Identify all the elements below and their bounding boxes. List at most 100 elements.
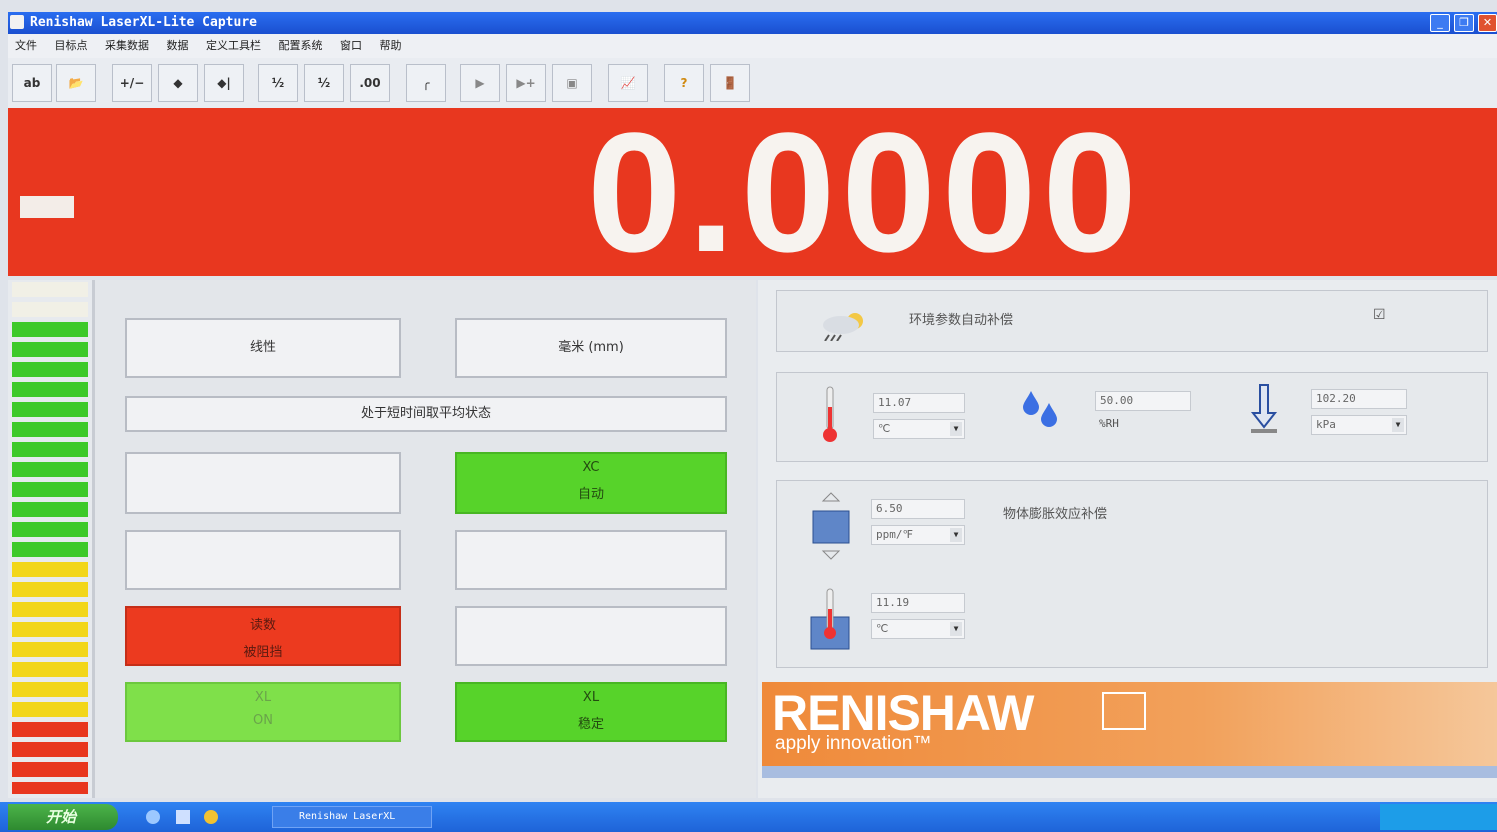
curve-icon[interactable]: ╭ — [406, 64, 446, 102]
on-label: ON — [253, 713, 273, 728]
status-panel: 线性 毫米 (mm) 处于短时间取平均状态 XC 自动 读数 被阻挡 XL ON… — [92, 280, 756, 798]
target-offset-icon[interactable]: ◆| — [204, 64, 244, 102]
material-temperature-field[interactable]: 11.19 — [871, 593, 965, 613]
meter-segment — [12, 702, 88, 717]
meter-segment — [12, 442, 88, 457]
pressure-unit-select[interactable]: kPa ▼ — [1311, 415, 1407, 435]
empty-status-box — [125, 530, 401, 590]
xl-stable-indicator: XL 稳定 — [455, 682, 727, 742]
material-expansion-icon — [812, 492, 850, 560]
window-title: Renishaw LaserXL-Lite Capture — [8, 12, 1497, 34]
menu-bar: 文件 目标点 采集数据 数据 定义工具栏 配置系统 窗口 帮助 — [8, 34, 1497, 58]
meter-segment — [12, 742, 88, 757]
meter-segment — [12, 782, 88, 794]
start-button[interactable]: 开始 — [8, 804, 118, 830]
menu-config[interactable]: 配置系统 — [272, 34, 330, 58]
auto-compensation-label: 环境参数自动补偿 — [909, 313, 1014, 328]
pressure-unit: kPa — [1316, 418, 1336, 431]
material-compensation-group: 6.50 ppm/℉ ▼ 物体膨胀效应补偿 11.19 ℃ ▼ — [776, 480, 1488, 668]
renishaw-emblem-icon — [1102, 692, 1146, 730]
meter-segment — [12, 562, 88, 577]
menu-capture[interactable]: 采集数据 — [98, 34, 156, 58]
logo-underline — [762, 766, 1497, 778]
expansion-unit-select[interactable]: ppm/℉ ▼ — [871, 525, 965, 545]
xc-label: XC — [582, 460, 600, 475]
ab-icon[interactable]: ab — [12, 64, 52, 102]
meter-segment — [12, 642, 88, 657]
save-disk-icon[interactable]: ▣ — [552, 64, 592, 102]
empty-status-box — [455, 530, 727, 590]
signal-strength-meter — [8, 280, 92, 798]
menu-toolbar[interactable]: 定义工具栏 — [199, 34, 268, 58]
maximize-button[interactable]: ❐ — [1454, 14, 1474, 32]
exit-icon[interactable]: 🚪 — [710, 64, 750, 102]
material-temperature-icon — [810, 588, 850, 650]
menu-file[interactable]: 文件 — [8, 34, 44, 58]
menu-help[interactable]: 帮助 — [373, 34, 409, 58]
meter-segment — [12, 362, 88, 377]
resolution-2-icon[interactable]: ½ — [304, 64, 344, 102]
close-button[interactable]: ✕ — [1478, 14, 1497, 32]
meter-segment — [12, 622, 88, 637]
chevron-down-icon: ▼ — [950, 622, 962, 636]
meter-segment — [12, 282, 88, 297]
averaging-status-bar: 处于短时间取平均状态 — [125, 396, 727, 432]
meter-segment — [12, 582, 88, 597]
expansion-unit: ppm/℉ — [876, 528, 913, 541]
chevron-down-icon: ▼ — [950, 528, 962, 542]
meter-segment — [12, 502, 88, 517]
meter-segment — [12, 522, 88, 537]
xc-auto-indicator: XC 自动 — [455, 452, 727, 514]
thermometer-icon — [823, 386, 837, 442]
target-datum-icon[interactable]: ◆ — [158, 64, 198, 102]
help-icon[interactable]: ? — [664, 64, 704, 102]
play-next-icon[interactable]: ▶+ — [506, 64, 546, 102]
taskbar — [0, 802, 1497, 832]
xl-on-indicator: XL ON — [125, 682, 401, 742]
menu-window[interactable]: 窗口 — [333, 34, 369, 58]
air-temperature-unit-select[interactable]: ℃ ▼ — [873, 419, 965, 439]
resolution-1-icon[interactable]: ½ — [258, 64, 298, 102]
meter-segment — [12, 302, 88, 317]
plus-minus-icon[interactable]: +/− — [112, 64, 152, 102]
auto-compensation-checkbox[interactable]: ☑ — [1373, 307, 1386, 323]
material-temperature-unit: ℃ — [876, 622, 889, 635]
chevron-down-icon: ▼ — [950, 422, 962, 436]
meter-segment — [12, 722, 88, 737]
empty-status-box — [455, 606, 727, 666]
pressure-field[interactable]: 102.20 — [1311, 389, 1407, 409]
play-icon[interactable]: ▶ — [460, 64, 500, 102]
logo-tagline: apply innovation™ — [775, 733, 932, 754]
open-folder-icon[interactable]: 📂 — [56, 64, 96, 102]
meter-segment — [12, 462, 88, 477]
material-expansion-label: 物体膨胀效应补偿 — [1003, 507, 1108, 522]
units-button[interactable]: 毫米 (mm) — [455, 318, 727, 378]
auto-compensation-group: 环境参数自动补偿 ☑ — [776, 290, 1488, 352]
air-sensor-group: 11.07 ℃ ▼ 50.00 %RH 102.20 kPa ▼ — [776, 372, 1488, 462]
meter-segment — [12, 662, 88, 677]
decimal-places-icon[interactable]: .00 — [350, 64, 390, 102]
meter-segment — [12, 482, 88, 497]
xl-label: XL — [582, 690, 600, 705]
beam-blocked-indicator: 读数 被阻挡 — [125, 606, 401, 666]
taskbar-app-button[interactable]: Renishaw LaserXL — [272, 806, 432, 828]
pressure-arrow-icon — [1250, 384, 1278, 433]
empty-status-box — [125, 452, 401, 514]
expansion-coefficient-field[interactable]: 6.50 — [871, 499, 965, 519]
meter-segment — [12, 682, 88, 697]
graph-icon[interactable]: 📈 — [608, 64, 648, 102]
measurement-value: 0.0000 — [587, 98, 1143, 288]
humidity-drops-icon — [1023, 391, 1057, 427]
menu-target[interactable]: 目标点 — [48, 34, 95, 58]
minimize-button[interactable]: _ — [1430, 14, 1450, 32]
mode-linear-button[interactable]: 线性 — [125, 318, 401, 378]
media-icon[interactable] — [204, 810, 218, 824]
air-temperature-field[interactable]: 11.07 — [873, 393, 965, 413]
xl-label: XL — [254, 690, 272, 705]
desktop-icon[interactable] — [176, 810, 190, 824]
stable-label: 稳定 — [577, 717, 604, 732]
material-temperature-unit-select[interactable]: ℃ ▼ — [871, 619, 965, 639]
ie-icon[interactable] — [146, 810, 160, 824]
humidity-field[interactable]: 50.00 — [1095, 391, 1191, 411]
menu-data[interactable]: 数据 — [160, 34, 196, 58]
